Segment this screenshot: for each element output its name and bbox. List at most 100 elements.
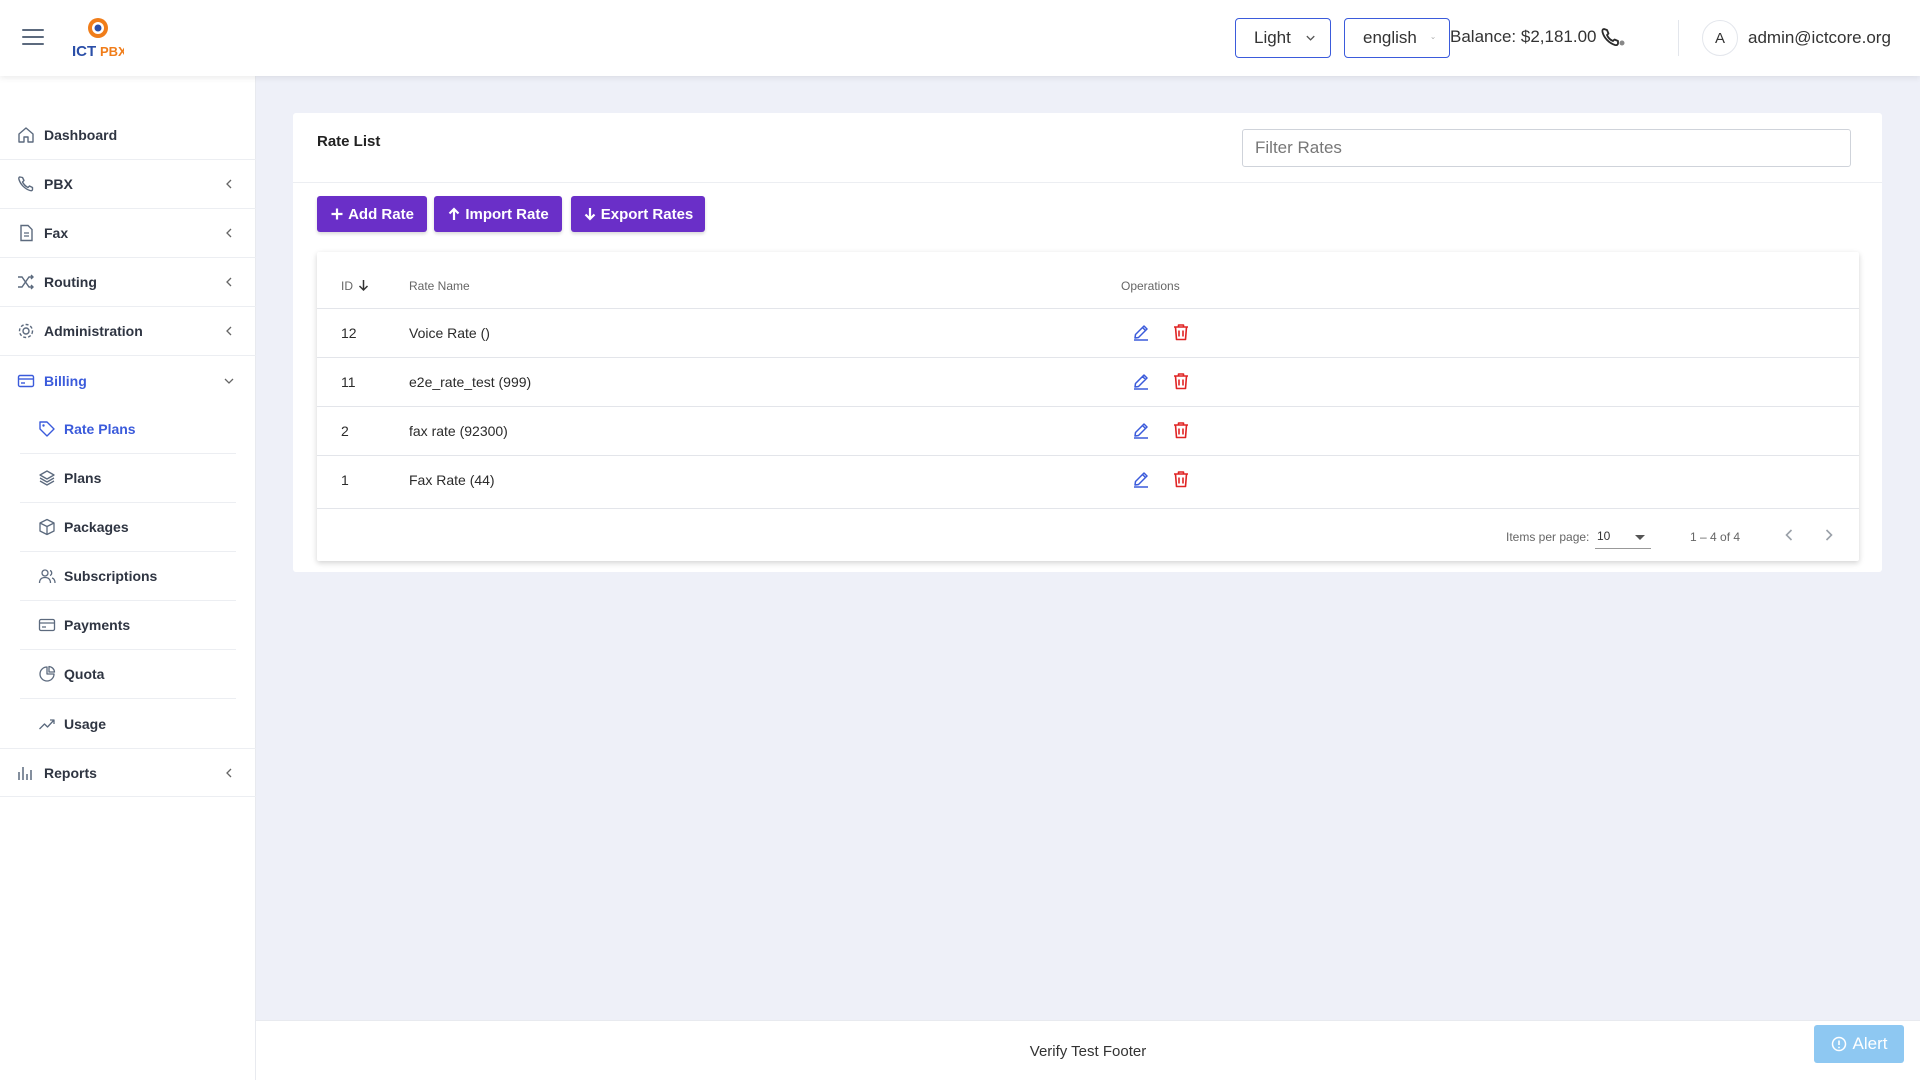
tag-icon — [39, 421, 55, 437]
sidebar-item-administration[interactable]: Administration — [0, 307, 256, 356]
users-icon — [38, 569, 56, 584]
cell-id: 12 — [341, 325, 357, 341]
import-rate-button[interactable]: Import Rate — [434, 196, 562, 232]
svg-text:ICT: ICT — [72, 43, 96, 60]
sidebar-item-payments[interactable]: Payments — [20, 601, 236, 650]
cell-rate-name: fax rate (92300) — [409, 423, 508, 439]
sidebar-item-billing[interactable]: Billing — [0, 356, 256, 405]
items-per-page-value: 10 — [1597, 529, 1611, 543]
cell-id: 2 — [341, 423, 349, 439]
filter-rates-input[interactable] — [1242, 129, 1851, 167]
add-rate-button[interactable]: Add Rate — [317, 196, 427, 232]
edit-icon[interactable] — [1132, 323, 1150, 341]
sidebar-item-dashboard[interactable]: Dashboard — [0, 111, 256, 160]
delete-icon[interactable] — [1172, 372, 1190, 390]
column-header-id[interactable]: ID — [341, 279, 353, 293]
sidebar-item-rate-plans[interactable]: Rate Plans — [20, 405, 236, 454]
alert-label: Alert — [1852, 1034, 1888, 1053]
chevron-left-icon — [226, 768, 232, 777]
chevron-left-icon — [226, 277, 232, 287]
delete-icon[interactable] — [1172, 470, 1190, 488]
next-page-icon[interactable] — [1821, 527, 1837, 543]
sidebar-item-subscriptions[interactable]: Subscriptions — [20, 552, 236, 601]
hamburger-menu-icon[interactable] — [22, 29, 44, 47]
sidebar-item-reports[interactable]: Reports — [0, 748, 256, 797]
page-title: Rate List — [317, 133, 381, 150]
sidebar-item-label: PBX — [44, 176, 73, 192]
items-per-page-select[interactable]: 10 — [1595, 525, 1651, 549]
header-divider — [1678, 20, 1679, 56]
paginator: Items per page: 10 1 – 4 of 4 — [317, 508, 1859, 561]
layers-icon — [39, 470, 55, 486]
sidebar-item-routing[interactable]: Routing — [0, 258, 256, 307]
sidebar-item-plans[interactable]: Plans — [20, 454, 236, 503]
delete-icon[interactable] — [1172, 323, 1190, 341]
avatar[interactable]: A — [1702, 20, 1738, 56]
chevron-left-icon — [226, 228, 232, 238]
sidebar-item-label: Payments — [64, 617, 131, 633]
cell-id: 11 — [341, 374, 356, 390]
page-range: 1 – 4 of 4 — [1690, 530, 1741, 544]
edit-icon[interactable] — [1132, 421, 1150, 439]
export-rates-button[interactable]: Export Rates — [571, 196, 705, 232]
table-row: 1 Fax Rate (44) — [317, 455, 1859, 504]
chevron-down-icon — [1431, 37, 1435, 40]
column-header-operations: Operations — [1121, 279, 1180, 293]
theme-select[interactable]: Light — [1235, 18, 1331, 58]
sidebar-item-label: Rate Plans — [64, 421, 136, 437]
table-row: 2 fax rate (92300) — [317, 406, 1859, 455]
sidebar-item-label: Usage — [64, 715, 107, 732]
sidebar-item-label: Routing — [44, 274, 97, 290]
sidebar: Dashboard PBX Fax Routing Administration… — [0, 76, 256, 1080]
delete-icon[interactable] — [1172, 421, 1190, 439]
sidebar-item-label: Fax — [44, 225, 69, 241]
previous-page-icon[interactable] — [1781, 527, 1797, 543]
user-email[interactable]: admin@ictcore.org — [1748, 28, 1891, 48]
export-rates-label: Export Rates — [600, 205, 694, 223]
sidebar-item-label: Billing — [44, 372, 87, 389]
arrow-up-icon — [449, 207, 460, 220]
ictpbx-logo: ICT PBX — [72, 18, 124, 60]
chevron-down-icon — [1306, 35, 1315, 41]
table-row: 12 Voice Rate () — [317, 308, 1859, 357]
column-header-rate-name: Rate Name — [409, 279, 470, 293]
sidebar-item-quota[interactable]: Quota — [20, 650, 236, 699]
gear-icon — [18, 323, 34, 339]
balance-display: Balance: $2,181.00 — [1450, 27, 1597, 46]
sidebar-item-label: Reports — [44, 764, 97, 781]
trend-icon — [39, 718, 55, 729]
sidebar-item-label: Subscriptions — [64, 568, 158, 584]
table-row: 11 e2e_rate_test (999) — [317, 357, 1859, 406]
svg-text:PBX: PBX — [100, 44, 124, 59]
home-icon — [18, 127, 34, 143]
sidebar-item-fax[interactable]: Fax — [0, 209, 256, 258]
cell-rate-name: e2e_rate_test (999) — [409, 374, 532, 390]
divider — [293, 182, 1882, 183]
sidebar-item-usage[interactable]: Usage — [20, 699, 236, 748]
alert-button[interactable]: Alert — [1814, 1025, 1904, 1063]
top-header: ICT PBX Light english Balance: $2,181.00… — [0, 0, 1920, 76]
sidebar-item-pbx[interactable]: PBX — [0, 160, 256, 209]
items-per-page-label: Items per page: — [1506, 530, 1590, 544]
sidebar-item-label: Dashboard — [44, 127, 118, 143]
rate-list-card: Rate List Add Rate Import Rate Export Ra… — [293, 113, 1882, 572]
chevron-down-icon — [224, 378, 234, 384]
cell-rate-name: Fax Rate (44) — [409, 472, 495, 488]
box-icon — [39, 518, 55, 536]
sort-arrow-down-icon[interactable] — [357, 278, 370, 292]
sidebar-item-label: Plans — [64, 470, 102, 486]
sidebar-item-label: Administration — [44, 323, 143, 339]
phone-icon — [18, 176, 34, 192]
footer-text: Verify Test Footer — [1029, 1043, 1147, 1060]
bar-chart-icon — [18, 766, 32, 780]
add-rate-label: Add Rate — [348, 205, 414, 223]
edit-icon[interactable] — [1132, 470, 1150, 488]
sidebar-item-label: Packages — [64, 519, 129, 535]
phone-status-icon[interactable] — [1600, 26, 1626, 50]
chevron-left-icon — [226, 179, 232, 189]
info-circle-icon — [1831, 1036, 1846, 1052]
sidebar-item-packages[interactable]: Packages — [20, 503, 236, 552]
dropdown-arrow-icon — [1635, 535, 1645, 540]
edit-icon[interactable] — [1132, 372, 1150, 390]
language-select[interactable]: english — [1344, 18, 1450, 58]
